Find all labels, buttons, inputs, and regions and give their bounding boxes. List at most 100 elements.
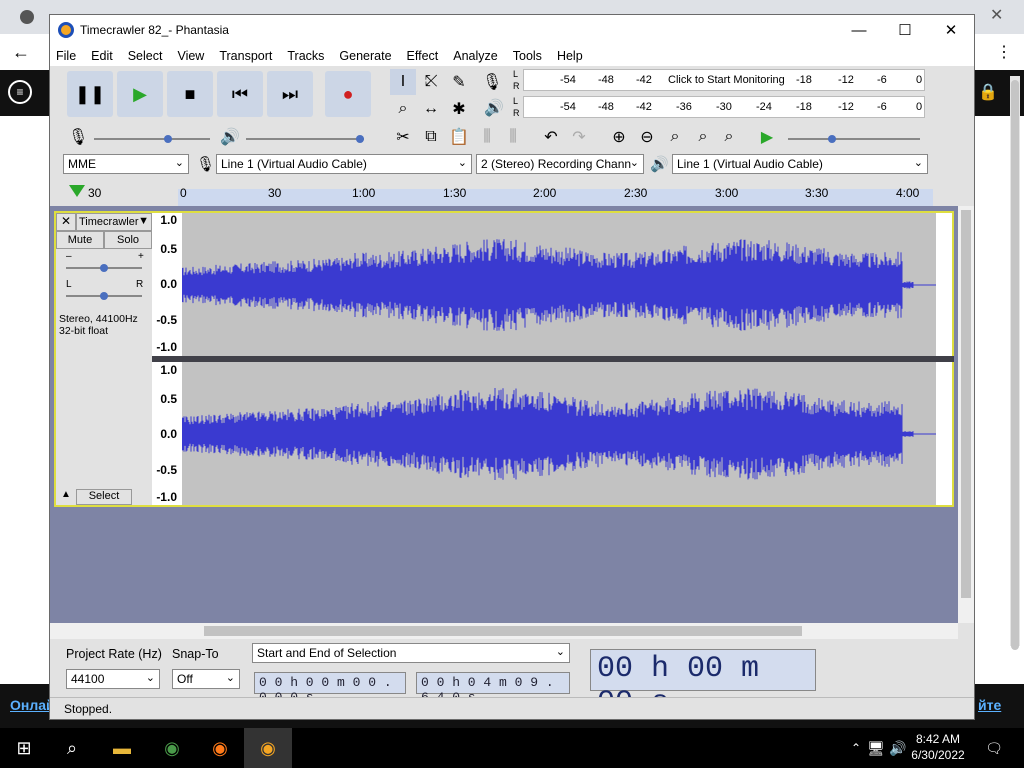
gain-slider[interactable] xyxy=(66,264,142,272)
recording-channels-select[interactable]: 2 (Stereo) Recording Chann ⌄ xyxy=(476,154,644,174)
slider-knob[interactable] xyxy=(100,264,108,272)
paste-button[interactable]: 📋 xyxy=(446,124,472,150)
scissors-icon: ✂ xyxy=(396,129,410,146)
menu-generate[interactable]: Generate xyxy=(339,49,391,63)
playback-meter[interactable]: -54 -48 -42 -36 -30 -24 -18 -12 -6 0 xyxy=(523,96,925,118)
waveform-left-channel[interactable] xyxy=(181,213,936,356)
cut-button[interactable]: ✂ xyxy=(390,124,416,150)
ruler-tick: 2:00 xyxy=(533,186,557,200)
record-volume-slider[interactable] xyxy=(94,135,210,143)
collapse-track-button[interactable]: ▲ xyxy=(56,489,76,505)
selection-mode-select[interactable]: Start and End of Selection ⌄ xyxy=(252,643,570,663)
snap-to-select[interactable]: Off ⌄ xyxy=(172,669,240,689)
pause-button[interactable]: ❚❚ xyxy=(67,71,113,117)
playback-volume-slider[interactable] xyxy=(246,135,364,143)
horizontal-scroll-thumb[interactable] xyxy=(204,626,802,636)
slider-knob[interactable] xyxy=(828,135,836,143)
playback-device-select[interactable]: Line 1 (Virtual Audio Cable) ⌄ xyxy=(672,154,928,174)
firefox-icon[interactable]: ◉ xyxy=(196,728,244,768)
windows-start-icon[interactable]: ⊞ xyxy=(0,728,48,768)
track-bit-depth: 32-bit float xyxy=(59,325,109,337)
record-button[interactable]: ● xyxy=(325,71,371,117)
solo-button[interactable]: Solo xyxy=(104,231,152,249)
project-rate-select[interactable]: 44100 ⌄ xyxy=(66,669,160,689)
footer-link-left[interactable]: Онлай xyxy=(10,697,55,713)
multi-tool-button[interactable]: ✱ xyxy=(446,96,472,122)
waveform-right-channel[interactable] xyxy=(181,362,936,505)
silence-button[interactable]: ⫼ xyxy=(500,124,526,150)
pan-slider[interactable] xyxy=(66,292,142,300)
slider-knob[interactable] xyxy=(356,135,364,143)
play-meter-lr: LR xyxy=(513,96,520,118)
slider-knob[interactable] xyxy=(100,292,108,300)
menu-bar: File Edit Select View Transport Tracks G… xyxy=(50,45,974,66)
envelope-tool-button[interactable]: ⤪ xyxy=(418,69,444,95)
zoom-tool-button[interactable]: ⌕ xyxy=(390,96,416,122)
recording-device-select[interactable]: Line 1 (Virtual Audio Cable) ⌄ xyxy=(216,154,472,174)
track-name-menu[interactable]: Timecrawler ▼ xyxy=(76,213,152,231)
menu-tools[interactable]: Tools xyxy=(513,49,542,63)
close-button[interactable]: ✕ xyxy=(928,15,974,45)
menu-tracks[interactable]: Tracks xyxy=(287,49,324,63)
menu-effect[interactable]: Effect xyxy=(407,49,439,63)
menu-help[interactable]: Help xyxy=(557,49,583,63)
ruler-tick: 30 xyxy=(88,186,102,200)
selection-end-time[interactable]: 0 0 h 0 4 m 0 9 . 6 4 0 s xyxy=(416,672,570,705)
trim-button[interactable]: ⫼ xyxy=(474,124,500,150)
notifications-icon[interactable]: 🗨 xyxy=(970,728,1018,768)
mute-button[interactable]: Mute xyxy=(56,231,104,249)
tab-favicon-icon[interactable] xyxy=(20,10,34,24)
vertical-scrollbar[interactable] xyxy=(958,206,974,623)
browser-menu-icon[interactable]: ⋮ xyxy=(996,42,1012,62)
audacity-taskbar-icon[interactable]: ◉ xyxy=(244,728,292,768)
play-head-triangle-icon[interactable] xyxy=(69,185,85,197)
skip-start-button[interactable]: ⏮ xyxy=(217,71,263,117)
play-at-speed-button[interactable]: ▶ xyxy=(754,124,780,150)
stop-button[interactable]: ■ xyxy=(167,71,213,117)
timeshift-tool-button[interactable]: ↔ xyxy=(418,96,444,122)
draw-tool-button[interactable]: ✎ xyxy=(446,69,472,95)
audio-position-display[interactable]: 00 h 00 m 00 s xyxy=(590,649,816,720)
maximize-button[interactable]: ☐ xyxy=(882,15,928,45)
menu-view[interactable]: View xyxy=(177,49,204,63)
back-arrow-icon[interactable]: ← xyxy=(12,42,30,63)
fit-selection-button[interactable]: ⌕ xyxy=(662,124,688,150)
zoom-in-button[interactable]: ⊕ xyxy=(606,124,632,150)
menu-select[interactable]: Select xyxy=(128,49,163,63)
hamburger-menu-icon[interactable]: ≡ xyxy=(8,80,32,104)
browser-scroll-thumb[interactable] xyxy=(1011,80,1019,650)
vertical-scroll-thumb[interactable] xyxy=(961,210,971,598)
record-meter-mic-icon[interactable]: 🎙 xyxy=(482,72,502,92)
search-icon[interactable]: ⌕ xyxy=(48,728,96,768)
footer-link-right[interactable]: йте xyxy=(978,697,1001,713)
skip-end-button[interactable]: ⏭ xyxy=(267,71,313,117)
undo-button[interactable]: ↶ xyxy=(538,124,564,150)
browser-close-icon[interactable]: ✕ xyxy=(990,5,1003,25)
taskbar-clock[interactable]: 8:42 AM 6/30/2022 xyxy=(906,731,970,763)
play-button[interactable]: ▶ xyxy=(117,71,163,117)
redo-button[interactable]: ↷ xyxy=(566,124,592,150)
track-select-button[interactable]: Select xyxy=(76,489,132,505)
file-explorer-icon[interactable]: ▬ xyxy=(98,728,146,768)
audio-host-select[interactable]: MME ⌄ xyxy=(63,154,189,174)
chrome-icon[interactable]: ◉ xyxy=(148,728,196,768)
menu-edit[interactable]: Edit xyxy=(91,49,113,63)
fit-project-button[interactable]: ⌕ xyxy=(690,124,716,150)
track-close-button[interactable]: ✕ xyxy=(56,213,76,231)
play-speed-slider[interactable] xyxy=(788,135,920,143)
start-monitoring-label[interactable]: Click to Start Monitoring xyxy=(668,74,785,86)
selection-start-time[interactable]: 0 0 h 0 0 m 0 0 . 0 0 0 s xyxy=(254,672,406,705)
record-meter[interactable]: -54 -48 -42 Click to Start Monitoring -1… xyxy=(523,69,925,91)
menu-file[interactable]: File xyxy=(56,49,76,63)
play-tick: -24 xyxy=(756,101,772,113)
zoom-out-button[interactable]: ⊖ xyxy=(634,124,660,150)
selection-tool-button[interactable]: I xyxy=(390,69,416,95)
menu-analyze[interactable]: Analyze xyxy=(453,49,497,63)
slider-knob[interactable] xyxy=(164,135,172,143)
zoom-toggle-button[interactable]: ⌕ xyxy=(716,124,742,150)
play-meter-speaker-icon[interactable]: 🔊 xyxy=(484,98,504,118)
lock-icon[interactable]: 🔒 xyxy=(978,82,998,102)
copy-button[interactable]: ⧉ xyxy=(418,124,444,150)
minimize-button[interactable]: — xyxy=(836,15,882,45)
menu-transport[interactable]: Transport xyxy=(219,49,272,63)
